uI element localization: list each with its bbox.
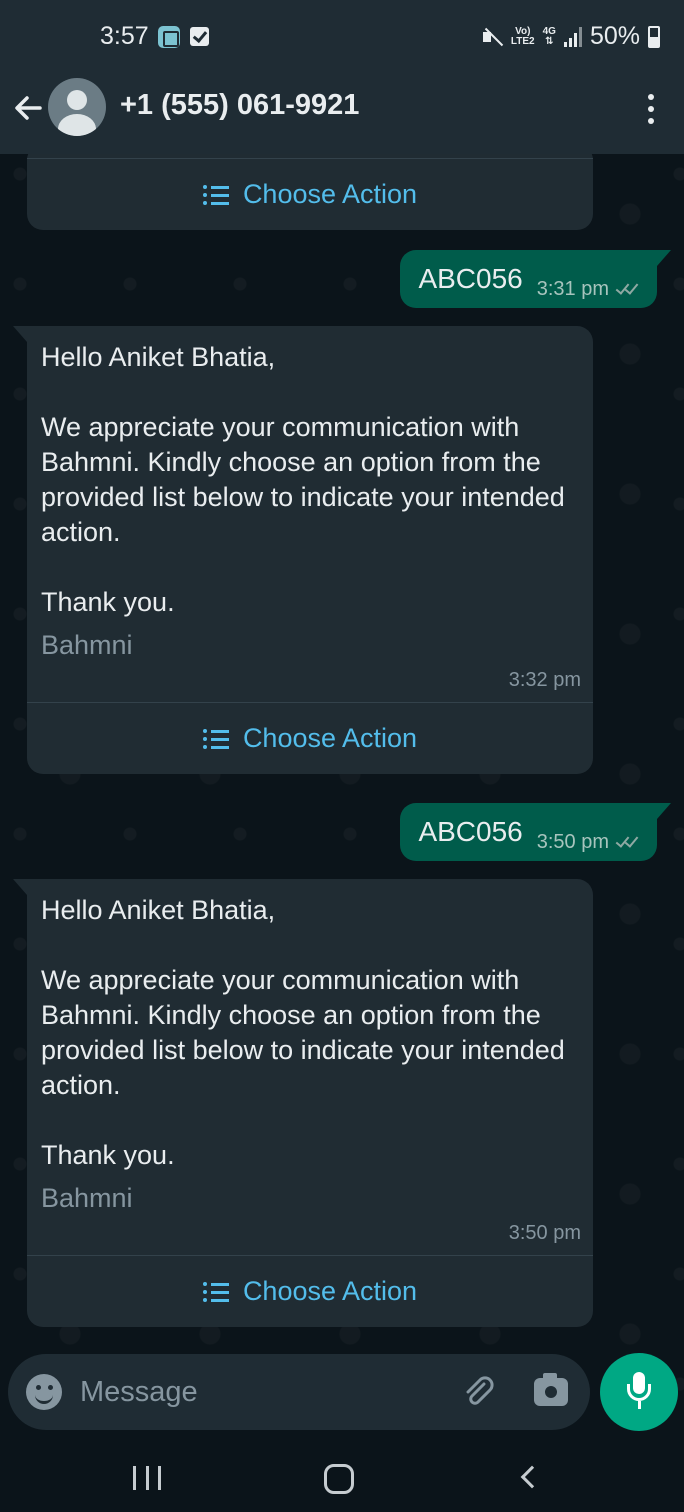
recent-apps-icon[interactable]	[133, 1466, 161, 1490]
message-closing: Thank you.	[41, 587, 175, 617]
message-text: ABC056	[418, 263, 523, 294]
message-input[interactable]	[80, 1368, 440, 1416]
choose-action-label: Choose Action	[242, 723, 418, 753]
mute-icon	[481, 26, 503, 48]
microphone-icon	[624, 1372, 654, 1412]
message-timestamp: 3:32 pm	[508, 669, 581, 691]
home-icon[interactable]	[324, 1464, 354, 1494]
message-greeting: Hello Aniket Bhatia,	[41, 342, 276, 372]
voice-message-button[interactable]	[600, 1353, 678, 1431]
notification-app-icon	[158, 26, 180, 48]
choose-action-button[interactable]: Choose Action	[27, 702, 593, 774]
message-compose-bar	[8, 1354, 590, 1430]
status-time: 3:57	[100, 22, 149, 50]
message-outgoing: ABC056 3:31 pm	[400, 250, 671, 308]
message-text: We appreciate your communication with Ba…	[41, 965, 565, 1100]
emoji-icon[interactable]	[26, 1374, 62, 1410]
message-time: 3:50 pm	[537, 831, 643, 854]
message-timestamp: 3:31 pm	[536, 277, 609, 300]
message-incoming: Hello Aniket Bhatia, We appreciate your …	[13, 326, 593, 774]
choose-action-label: Choose Action	[242, 1276, 418, 1306]
volte-bottom: LTE2	[510, 35, 535, 47]
message-closing: Thank you.	[41, 1140, 175, 1170]
status-indicators: Vo) LTE2 4G ⇅ 50%	[481, 22, 660, 51]
notification-check-icon	[190, 27, 209, 46]
battery-percent: 50%	[589, 22, 640, 50]
message-timestamp: 3:50 pm	[536, 830, 609, 853]
attachment-icon[interactable]	[460, 1374, 496, 1410]
message-body: Hello Aniket Bhatia, We appreciate your …	[27, 879, 593, 1173]
network-type: 4G ⇅	[542, 25, 556, 47]
message-footer: Bahmni	[41, 630, 133, 660]
battery-icon	[648, 25, 660, 48]
more-options-icon[interactable]	[646, 94, 656, 124]
message-greeting: Hello Aniket Bhatia,	[41, 895, 276, 925]
choose-action-label: Choose Action	[242, 179, 418, 209]
message-text: We appreciate your communication with Ba…	[41, 412, 565, 547]
double-check-icon	[615, 280, 643, 297]
camera-icon[interactable]	[534, 1373, 568, 1406]
double-check-icon	[615, 833, 643, 850]
message-time: 3:31 pm	[537, 278, 643, 301]
message-footer: Bahmni	[41, 1183, 133, 1213]
choose-action-button[interactable]: Choose Action	[27, 158, 593, 230]
volte-label: Vo) LTE2	[510, 25, 535, 47]
message-timestamp: 3:50 pm	[508, 1222, 581, 1244]
list-icon	[202, 1281, 229, 1303]
contact-name[interactable]: +1 (555) 061-9921	[120, 89, 359, 122]
system-navigation-bar	[0, 1440, 684, 1512]
contact-avatar[interactable]	[48, 78, 106, 136]
choose-action-button[interactable]: Choose Action	[27, 1255, 593, 1327]
list-icon	[202, 184, 229, 206]
volte-top: Vo)	[515, 25, 531, 37]
message-outgoing: ABC056 3:50 pm	[400, 803, 671, 861]
message-body: Hello Aniket Bhatia, We appreciate your …	[27, 326, 593, 620]
list-icon	[202, 728, 229, 750]
message-text: ABC056	[418, 816, 523, 847]
message-incoming-partial: Choose Action	[27, 154, 593, 230]
network-type-label: 4G	[542, 25, 556, 37]
system-back-icon[interactable]	[520, 1465, 544, 1489]
back-arrow-icon[interactable]	[12, 92, 44, 124]
chat-header: +1 (555) 061-9921	[0, 76, 684, 154]
status-bar: 3:57 Vo) LTE2 4G ⇅ 50%	[0, 0, 684, 76]
data-arrows-icon: ⇅	[545, 35, 554, 47]
message-incoming: Hello Aniket Bhatia, We appreciate your …	[13, 879, 593, 1327]
signal-icon	[563, 26, 582, 47]
chat-messages[interactable]: Choose Action ABC056 3:31 pm Hello Anike…	[0, 154, 684, 1434]
